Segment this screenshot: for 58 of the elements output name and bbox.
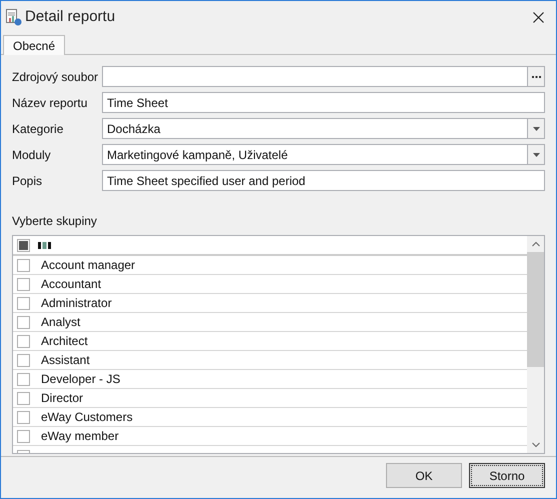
item-label: eWay member bbox=[41, 428, 119, 445]
checkbox[interactable] bbox=[17, 372, 30, 386]
item-label: Analyst bbox=[41, 314, 80, 331]
list-item[interactable]: Developer - JS bbox=[13, 370, 527, 389]
caret-icon bbox=[532, 126, 540, 130]
caret-icon bbox=[532, 152, 540, 156]
checkbox[interactable] bbox=[17, 392, 30, 404]
checkbox[interactable] bbox=[17, 258, 30, 272]
list-item[interactable]: Accountant bbox=[13, 275, 527, 294]
item-label: eWay Customers bbox=[41, 409, 133, 426]
item-label: Architect bbox=[41, 333, 88, 350]
close-icon bbox=[532, 12, 544, 22]
checkbox[interactable] bbox=[17, 316, 30, 328]
checkbox[interactable] bbox=[17, 278, 30, 290]
checkbox[interactable] bbox=[17, 296, 30, 310]
list-item[interactable]: Director bbox=[13, 389, 527, 408]
file-field[interactable] bbox=[102, 66, 545, 87]
dialog-button[interactable]: OK bbox=[386, 463, 462, 488]
input-field[interactable]: Time Sheet specified user and period bbox=[102, 170, 545, 191]
field-value: Marketingové kampaně, Uživatelé bbox=[106, 146, 289, 164]
dropdown-field[interactable]: Docházka bbox=[102, 118, 545, 139]
dropdown-field[interactable]: Marketingové kampaně, Uživatelé bbox=[102, 144, 545, 165]
field-label: Název reportu bbox=[12, 94, 88, 112]
scrollbar[interactable] bbox=[527, 236, 544, 453]
item-label: Director bbox=[41, 390, 84, 407]
dropdown-button[interactable] bbox=[527, 119, 544, 138]
list-item[interactable]: Administrator bbox=[13, 294, 527, 313]
field-label: Popis bbox=[12, 172, 44, 190]
list-item[interactable]: Analyst bbox=[13, 313, 527, 332]
field-label: Zdrojový soubor bbox=[12, 68, 100, 86]
list-item[interactable]: eWay member bbox=[13, 427, 527, 446]
browse-button[interactable] bbox=[527, 67, 544, 86]
dialog-button[interactable]: Storno bbox=[469, 463, 545, 488]
item-label: Account manager bbox=[41, 257, 136, 274]
checkbox[interactable] bbox=[17, 430, 30, 442]
input-field[interactable]: Time Sheet bbox=[102, 92, 545, 113]
field-label: Kategorie bbox=[12, 120, 64, 138]
item-label: Developer - JS bbox=[41, 371, 120, 388]
checkbox[interactable] bbox=[17, 334, 30, 348]
checkbox[interactable] bbox=[17, 238, 30, 252]
checkbox[interactable] bbox=[17, 410, 30, 424]
list-item[interactable]: Assistant bbox=[13, 351, 527, 370]
text-filter-icon[interactable] bbox=[38, 242, 52, 248]
list-item[interactable]: Account manager bbox=[13, 256, 527, 275]
report-icon bbox=[6, 8, 22, 26]
list-item[interactable]: Architect bbox=[13, 332, 527, 351]
section-label: Vyberte skupiny bbox=[12, 213, 98, 230]
item-label: Assistant bbox=[41, 352, 90, 369]
item-label: Accountant bbox=[41, 276, 102, 293]
checkbox[interactable] bbox=[17, 354, 30, 366]
dropdown-button[interactable] bbox=[527, 145, 544, 164]
tab[interactable]: Obecné bbox=[3, 35, 66, 55]
field-label: Moduly bbox=[12, 146, 52, 164]
list-item[interactable]: eWay Customers bbox=[13, 408, 527, 427]
window-title: Detail reportu bbox=[25, 6, 116, 27]
item-label: Administrator bbox=[41, 295, 112, 312]
field-value: Docházka bbox=[106, 120, 162, 138]
scroll-thumb[interactable] bbox=[527, 252, 544, 367]
